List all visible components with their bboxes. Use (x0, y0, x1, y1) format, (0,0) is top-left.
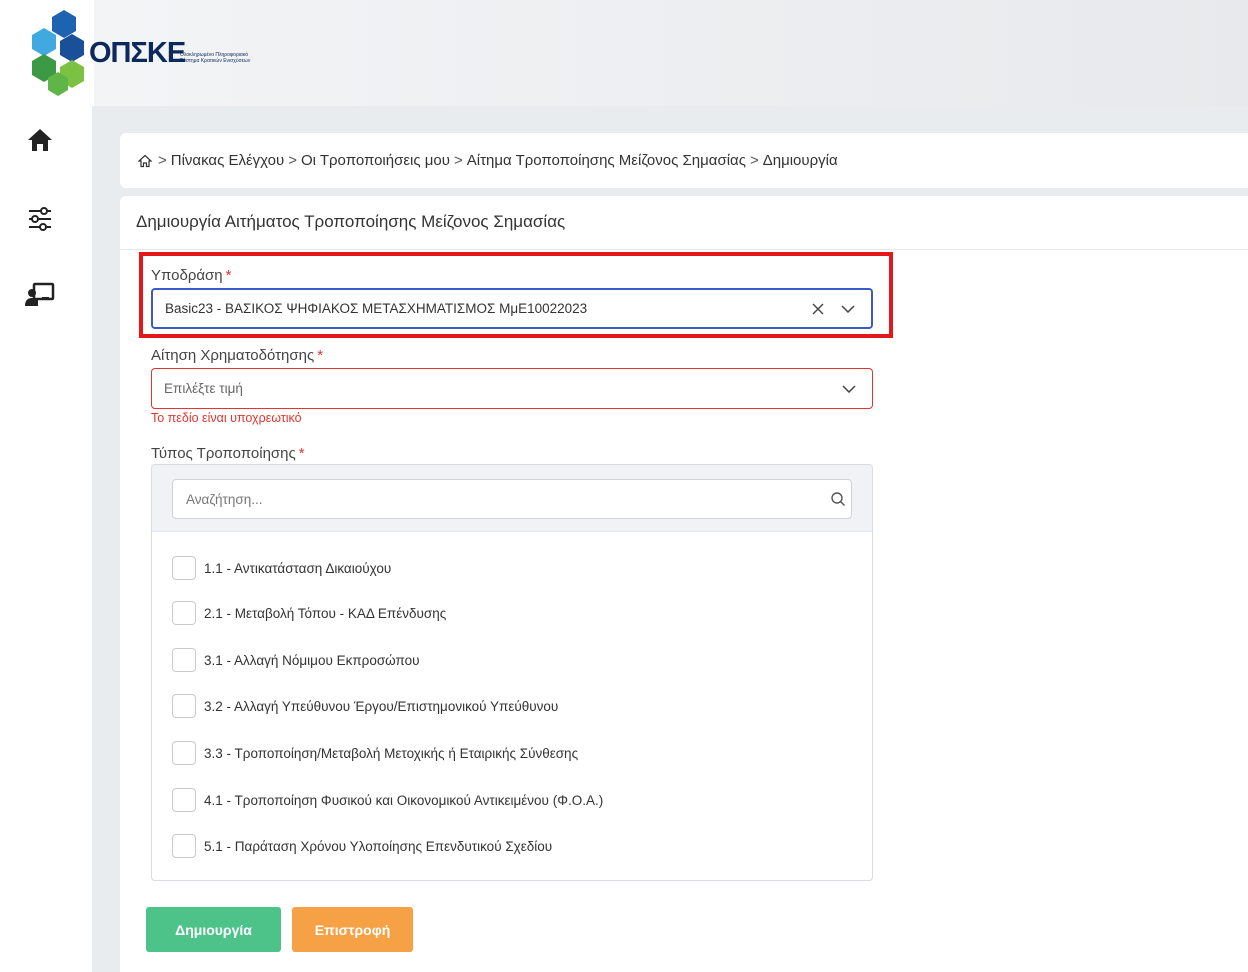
logo-wordmark: ΟΠΣΚΕ (89, 37, 186, 69)
checkbox[interactable] (172, 694, 196, 718)
back-button[interactable]: Επιστροφή (292, 907, 413, 952)
option-label: 3.2 - Αλλαγή Υπεύθυνου Έργου/Επιστημονικ… (204, 698, 559, 714)
header-background (94, 0, 1248, 106)
checkbox[interactable] (172, 788, 196, 812)
checkbox[interactable] (172, 601, 196, 625)
breadcrumb-my-modifications[interactable]: Οι Τροποποιήσεις μου (301, 152, 450, 169)
required-asterisk: * (298, 445, 305, 462)
funding-application-error: Το πεδίο είναι υποχρεωτικό (151, 411, 302, 425)
chevron-down-icon[interactable] (838, 369, 860, 408)
option-label: 5.1 - Παράταση Χρόνου Υλοποίησης Επενδυτ… (204, 838, 553, 854)
breadcrumb-separator: > (288, 152, 297, 169)
breadcrumb-separator: > (158, 152, 167, 169)
checkbox[interactable] (172, 556, 196, 580)
breadcrumb: > Πίνακας Ελέγχου > Οι Τροποποιήσεις μου… (120, 133, 1248, 188)
modification-type-label: Τύπος Τροποποίησης * (151, 445, 305, 462)
home-icon (28, 129, 52, 151)
option-label: 1.1 - Αντικατάσταση Δικαιούχου (204, 560, 392, 576)
create-button[interactable]: Δημιουργία (146, 907, 281, 952)
breadcrumb-current: Δημιουργία (762, 152, 838, 169)
search-icon[interactable] (830, 491, 846, 507)
breadcrumb-separator: > (749, 152, 759, 169)
funding-application-placeholder: Επιλέξτε τιμή (164, 381, 243, 396)
list-item[interactable]: 1.1 - Αντικατάσταση Δικαιούχου (172, 556, 391, 580)
sidebar-item-settings[interactable] (20, 199, 60, 239)
modification-type-list: 1.1 - Αντικατάσταση Δικαιούχου 2.1 - Μετ… (151, 464, 873, 881)
checkbox[interactable] (172, 648, 196, 672)
sliders-icon (29, 207, 51, 231)
chevron-down-icon[interactable] (837, 290, 859, 327)
top-bar: ΟΠΣΚΕ Ολοκληρωμένο Πληροφοριακό Σύστημα … (0, 0, 1248, 106)
search-input[interactable] (172, 479, 852, 519)
subaction-label: Υποδράση * (151, 267, 232, 284)
sidebar-item-training[interactable] (20, 274, 60, 314)
funding-application-label: Αίτηση Χρηματοδότησης * (151, 347, 324, 364)
option-label: 2.1 - Μεταβολή Τόπου - ΚΑΔ Επένδυσης (204, 605, 447, 621)
checkbox[interactable] (172, 834, 196, 858)
breadcrumb-separator: > (453, 152, 463, 169)
list-item[interactable]: 4.1 - Τροποποίηση Φυσικού και Οικονομικο… (172, 788, 603, 812)
list-item[interactable]: 3.1 - Αλλαγή Νόμιμου Εκπροσώπου (172, 648, 420, 672)
presentation-icon (25, 282, 55, 306)
checkbox[interactable] (172, 741, 196, 765)
required-asterisk: * (317, 347, 324, 364)
list-item[interactable]: 2.1 - Μεταβολή Τόπου - ΚΑΔ Επένδυσης (172, 601, 446, 625)
required-asterisk: * (225, 267, 232, 284)
logo-subtitle: Ολοκληρωμένο Πληροφοριακό Σύστημα Κρατικ… (180, 52, 251, 64)
hexagon-logo-icon (32, 10, 84, 96)
breadcrumb-major-modification-request[interactable]: Αίτημα Τροποποίησης Μείζονος Σημασίας (467, 152, 746, 169)
breadcrumb-dashboard[interactable]: Πίνακας Ελέγχου (171, 152, 284, 169)
list-search-area (152, 465, 872, 532)
list-item[interactable]: 3.3 - Τροποποίηση/Μεταβολή Μετοχικής ή Ε… (172, 741, 578, 765)
sidebar-item-home[interactable] (20, 120, 60, 160)
divider (120, 249, 1248, 250)
list-item[interactable]: 3.2 - Αλλαγή Υπεύθυνου Έργου/Επιστημονικ… (172, 694, 558, 718)
list-item[interactable]: 5.1 - Παράταση Χρόνου Υλοποίησης Επενδυτ… (172, 834, 552, 858)
home-outline-icon[interactable] (138, 154, 152, 168)
option-label: 4.1 - Τροποποίηση Φυσικού και Οικονομικο… (204, 792, 604, 808)
page-title: Δημιουργία Αιτήματος Τροποποίησης Μείζον… (136, 212, 566, 231)
subaction-value: Basic23 - ΒΑΣΙΚΟΣ ΨΗΦΙΑΚΟΣ ΜΕΤΑΣΧΗΜΑΤΙΣΜ… (165, 301, 588, 316)
funding-application-select[interactable]: Επιλέξτε τιμή (151, 368, 873, 409)
clear-icon[interactable] (807, 290, 829, 327)
subaction-select[interactable]: Basic23 - ΒΑΣΙΚΟΣ ΨΗΦΙΑΚΟΣ ΜΕΤΑΣΧΗΜΑΤΙΣΜ… (151, 288, 873, 329)
option-label: 3.1 - Αλλαγή Νόμιμου Εκπροσώπου (204, 652, 420, 668)
option-label: 3.3 - Τροποποίηση/Μεταβολή Μετοχικής ή Ε… (204, 745, 579, 761)
opske-logo[interactable]: ΟΠΣΚΕ Ολοκληρωμένο Πληροφοριακό Σύστημα … (26, 10, 266, 102)
sidebar (0, 106, 92, 972)
